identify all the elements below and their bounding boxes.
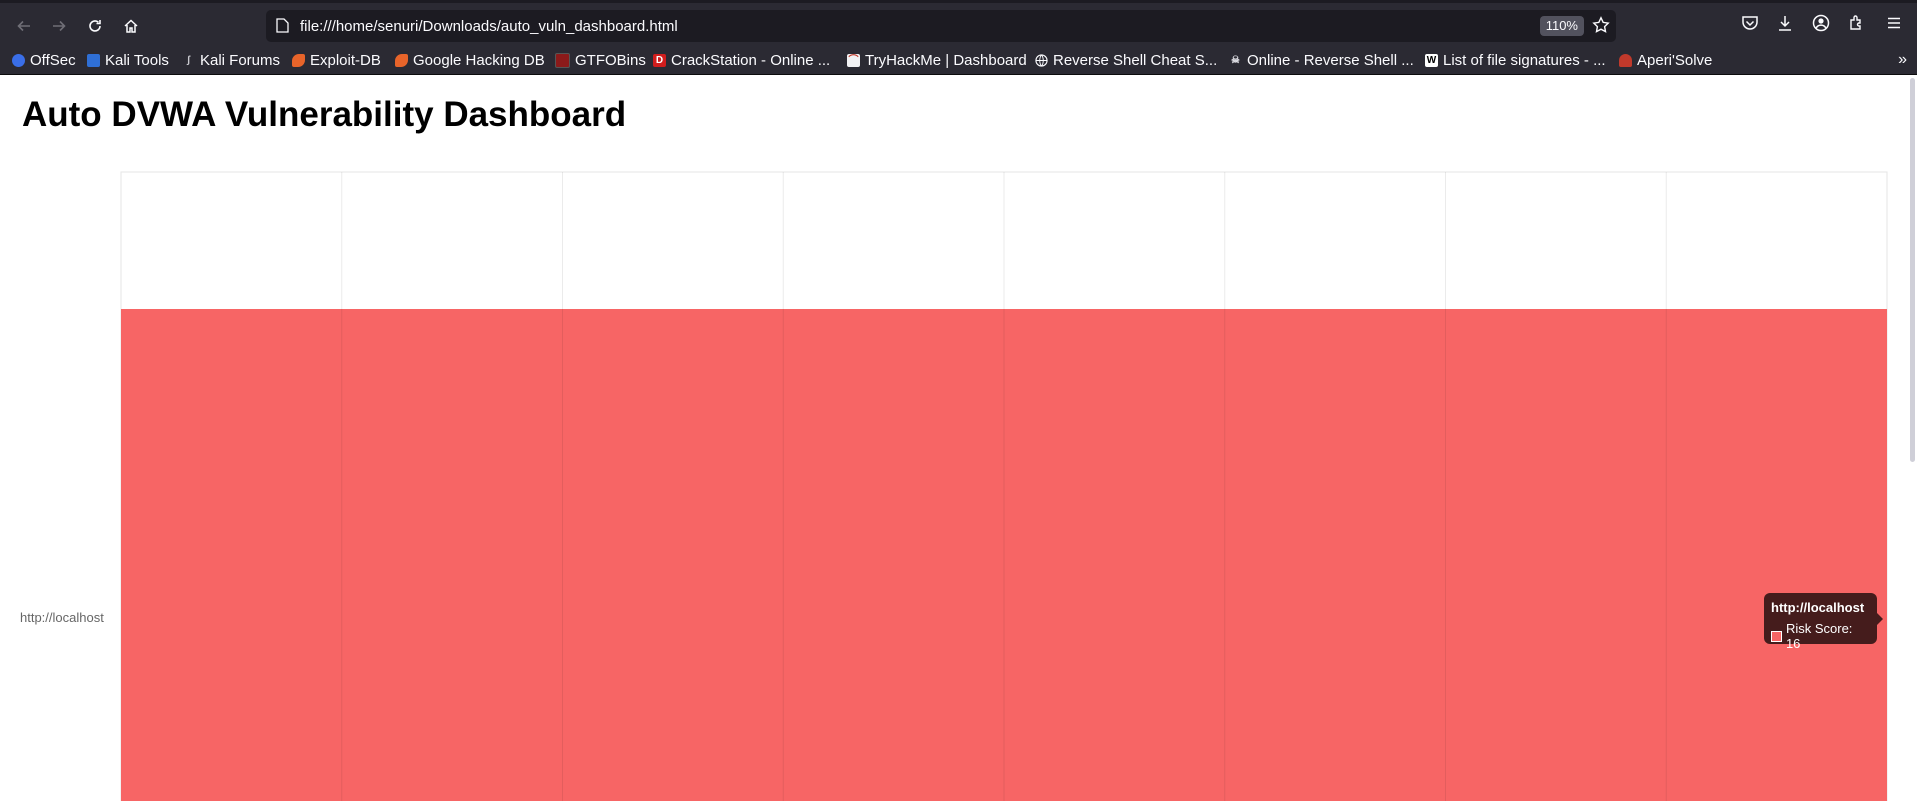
bookmark-item[interactable]: D CrackStation - Online ...: [653, 50, 830, 70]
bookmark-label: Exploit-DB: [310, 51, 381, 69]
risk-score-chart: http://localhost: [20, 171, 1888, 801]
bookmark-label: Online - Reverse Shell ...: [1247, 51, 1414, 69]
zoom-level-badge[interactable]: 110%: [1539, 16, 1584, 36]
bookmark-label: OffSec: [30, 51, 76, 69]
chevron-double-right-icon[interactable]: »: [1898, 51, 1907, 69]
bookmark-item[interactable]: Google Hacking DB: [395, 50, 545, 70]
wikipedia-icon: W: [1425, 53, 1438, 67]
aperisolve-icon: [1619, 53, 1632, 67]
kali-tools-icon: [87, 53, 100, 67]
reload-icon: [89, 20, 101, 32]
bookmark-item[interactable]: OffSec: [12, 50, 76, 70]
browser-toolbar: file:///home/senuri/Downloads/auto_vuln_…: [0, 0, 1917, 45]
bookmark-item[interactable]: ʃ Kali Forums: [182, 50, 280, 70]
bookmark-label: TryHackMe | Dashboard: [865, 51, 1027, 69]
page-title: Auto DVWA Vulnerability Dashboard: [22, 95, 627, 134]
gtfobins-icon: [555, 52, 570, 68]
kali-forums-icon: ʃ: [186, 54, 191, 66]
tooltip-swatch: [1771, 630, 1782, 642]
bookmark-label: Google Hacking DB: [413, 51, 545, 69]
bookmark-label: Kali Tools: [105, 51, 169, 69]
arrow-right-icon: [53, 20, 66, 32]
globe-icon: [1035, 53, 1048, 67]
back-button[interactable]: [10, 12, 38, 40]
bookmark-label: CrackStation - Online ...: [671, 51, 831, 69]
forward-button[interactable]: [45, 12, 73, 40]
chart-tooltip: http://localhost Risk Score: 16: [1764, 593, 1883, 651]
tryhackme-icon: ⌒: [847, 53, 860, 67]
bookmark-label: Kali Forums: [200, 51, 281, 69]
pocket-icon[interactable]: [1741, 14, 1759, 37]
bookmark-item[interactable]: W List of file signatures - ...: [1425, 50, 1606, 70]
bookmark-label: Aperi'Solve: [1637, 51, 1713, 69]
reload-button[interactable]: [81, 12, 109, 40]
bookmark-label: List of file signatures - ...: [1443, 51, 1606, 69]
exploit-db-icon: [292, 53, 305, 67]
bookmark-item[interactable]: Reverse Shell Cheat S...: [1035, 50, 1217, 70]
bookmark-item[interactable]: Aperi'Solve: [1619, 50, 1712, 70]
bookmark-item[interactable]: Exploit-DB: [292, 50, 381, 70]
url-text[interactable]: file:///home/senuri/Downloads/auto_vuln_…: [300, 18, 678, 35]
chart-bars: [121, 172, 1887, 801]
tooltip-label: Risk Score: 16: [1785, 621, 1853, 651]
url-bar[interactable]: file:///home/senuri/Downloads/auto_vuln_…: [266, 10, 1616, 42]
extensions-icon[interactable]: [1848, 14, 1866, 37]
page-scrollbar[interactable]: [1910, 78, 1915, 462]
ghdb-icon: [395, 53, 408, 67]
home-icon: [124, 19, 138, 33]
download-icon[interactable]: [1776, 14, 1794, 37]
offsec-icon: [12, 53, 25, 67]
arrow-left-icon: [17, 20, 30, 32]
bookmark-item[interactable]: ⌒ TryHackMe | Dashboard: [847, 50, 1027, 70]
home-button[interactable]: [117, 12, 145, 40]
crackstation-icon: D: [653, 53, 666, 67]
bookmarks-toolbar: OffSec Kali Tools ʃ Kali Forums Exploit-…: [0, 45, 1917, 75]
tooltip-title: http://localhost: [1771, 600, 1865, 615]
bookmark-star-icon[interactable]: [1592, 16, 1610, 39]
bookmark-item[interactable]: ☠ Online - Reverse Shell ...: [1229, 50, 1414, 70]
chart-axis-labels: http://localhost: [20, 610, 104, 625]
menu-icon[interactable]: [1885, 14, 1903, 37]
page-icon: [276, 18, 289, 38]
bookmark-item[interactable]: GTFOBins: [555, 50, 646, 70]
skull-icon: ☠: [1231, 54, 1240, 66]
account-icon[interactable]: [1812, 14, 1830, 37]
bookmark-label: GTFOBins: [575, 51, 646, 69]
bookmark-label: Reverse Shell Cheat S...: [1053, 51, 1218, 69]
bookmark-item[interactable]: Kali Tools: [87, 50, 169, 70]
category-tick-label: http://localhost: [20, 610, 104, 625]
